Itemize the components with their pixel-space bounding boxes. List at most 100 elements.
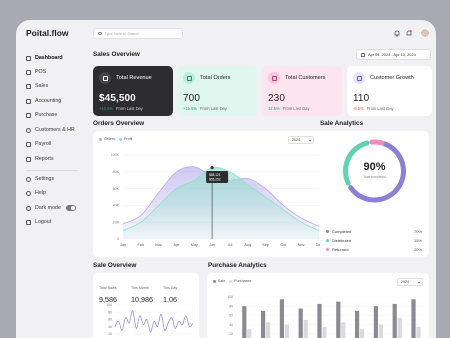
sidebar-item-accounting[interactable]: Accounting (26, 95, 86, 107)
sale-overview-title: Sale Overview (93, 262, 137, 269)
moon-icon (26, 205, 31, 211)
register-icon (26, 69, 31, 75)
stat-card-total-customers[interactable]: Total Customers 230 12.5% From Last Day (262, 66, 342, 116)
sidebar-item-reports[interactable]: Reports (26, 153, 86, 165)
sidebar-item-label: POS (35, 69, 47, 75)
document-icon (26, 156, 31, 162)
sidebar-item-purchase[interactable]: Purchase (26, 109, 86, 121)
stat-card-change-label: From Last Day (366, 106, 394, 111)
stat-card-change: +15.5% (183, 106, 197, 111)
stat-card-total-orders[interactable]: Total Orders 700 +15.5% From Last Day (177, 66, 257, 116)
purchase-bar-chart: 020406080100 (227, 295, 425, 338)
x-tick-label: Nov (298, 243, 305, 247)
grid-icon (26, 55, 31, 61)
sidebar-item-settings[interactable]: Settings (26, 173, 86, 185)
sidebar-item-sales[interactable]: Sales (26, 80, 86, 92)
x-tick-label: Jan (120, 243, 126, 247)
box-icon (183, 72, 195, 84)
orders-overview-title: Orders Overview (93, 120, 145, 127)
bar-sale (392, 303, 397, 338)
stat-card-change: 12.5% (268, 106, 280, 111)
x-tick-label: Jun (209, 243, 215, 247)
stat-card-customer-growth[interactable]: Customer Growth 110 -6.5% From Last Day (347, 66, 432, 116)
help-icon (26, 190, 31, 196)
bar-purchases (303, 320, 308, 338)
stat-card-value: 230 (268, 93, 285, 104)
bar-sale (298, 308, 303, 338)
sidebar-item-label: Purchase (35, 112, 58, 118)
avatar[interactable] (420, 28, 430, 38)
orders-overview-panel: Orders Profit 2024 020K40K60K80K100KJanF… (93, 131, 328, 257)
sidebar-item-label: Customers & HR (35, 127, 75, 133)
brand-logo: Poital.flow (26, 28, 69, 38)
sidebar-item-dark-mode: Dark mode (26, 202, 86, 214)
y-tick-label: 20 (108, 332, 112, 336)
x-tick-label: May (191, 243, 198, 247)
bar-purchases (397, 317, 402, 338)
y-tick-label: 80 (108, 310, 112, 314)
date-range-picker[interactable]: Apr 04, 2024 - Apr 13, 2024 (356, 49, 431, 60)
growth-icon (353, 72, 365, 84)
y-tick-label: 0 (117, 237, 119, 241)
dark-mode-toggle[interactable] (65, 205, 76, 211)
sidebar-item-label: Help (35, 190, 46, 196)
sidebar-item-help[interactable]: Help (26, 187, 86, 199)
sidebar-item-dashboard[interactable]: Dashboard (26, 52, 86, 64)
y-tick-label: 60 (108, 318, 112, 322)
bar-sale (336, 301, 341, 338)
total-sales-label: Total Sales (99, 286, 117, 290)
x-tick-label: Aug (244, 243, 251, 247)
sale-series-line (114, 309, 194, 333)
total-sales-value: 9,586 (99, 295, 117, 304)
stat-card-label: Total Orders (200, 75, 231, 81)
x-tick-label: Feb (138, 243, 145, 247)
donut-center-value: 90% (363, 161, 386, 173)
stat-card-total-revenue[interactable]: Total Revenue $45,500 +10.5% From Last Da… (93, 66, 173, 116)
y-tick-label: 80K (113, 170, 120, 174)
sale-analytics-row-completed: Completed 70% (326, 229, 422, 234)
row-value: 70% (413, 229, 422, 234)
this-day-label: This Day (163, 286, 178, 290)
sidebar-item-logout[interactable]: Logout (26, 216, 86, 228)
stat-card-change-label: From Last Day (116, 106, 143, 111)
sidebar-divider (26, 170, 78, 171)
y-tick-label: 80 (229, 304, 233, 308)
this-month-value: 10,986 (131, 295, 153, 304)
sales-overview-title: Sales Overview (93, 51, 140, 58)
stat-card-change-label: From Last Day (200, 106, 227, 111)
gear-icon (26, 176, 31, 182)
stat-card-value: 700 (183, 93, 200, 104)
donut-center-label: Total completed (363, 175, 386, 179)
wallet-icon (26, 141, 31, 147)
stat-card-change: +10.5% (99, 106, 113, 111)
bag-icon (26, 83, 31, 89)
y-tick-label: 40 (229, 323, 233, 327)
x-tick-label: Jul (227, 243, 232, 247)
stat-card-value: 110 (353, 93, 370, 104)
bar-sale (355, 310, 360, 338)
purchase-analytics-title: Purchase Analytics (208, 262, 267, 269)
bar-purchases (266, 322, 271, 338)
row-value: 15% (413, 238, 422, 243)
y-tick-label: 40 (108, 325, 112, 329)
sidebar-item-label: Accounting (35, 98, 62, 104)
search-input[interactable] (104, 31, 181, 36)
sidebar-item-customers-hr[interactable]: Customers & HR (26, 124, 86, 136)
bell-icon[interactable] (394, 30, 400, 37)
y-tick-label: 20 (229, 332, 233, 336)
legend-dot (326, 230, 329, 233)
notification-icon[interactable] (406, 30, 412, 37)
sale-analytics-row-returned: Returned 20% (326, 247, 422, 252)
sidebar-item-label: Reports (35, 156, 54, 162)
sidebar-item-label: Dashboard (35, 55, 63, 61)
legend-dot (326, 248, 329, 251)
hover-point (210, 166, 214, 170)
sidebar-item-pos[interactable]: POS (26, 66, 86, 78)
sidebar-item-payroll[interactable]: Payroll (26, 138, 86, 150)
stat-card-label: Customer Growth (370, 75, 414, 81)
search-icon (98, 31, 102, 36)
sidebar-item-label: Payroll (35, 141, 52, 147)
sale-overview-line-chart: 020406080100 (106, 303, 194, 336)
bar-sale (242, 306, 247, 338)
calendar-icon (361, 52, 365, 57)
